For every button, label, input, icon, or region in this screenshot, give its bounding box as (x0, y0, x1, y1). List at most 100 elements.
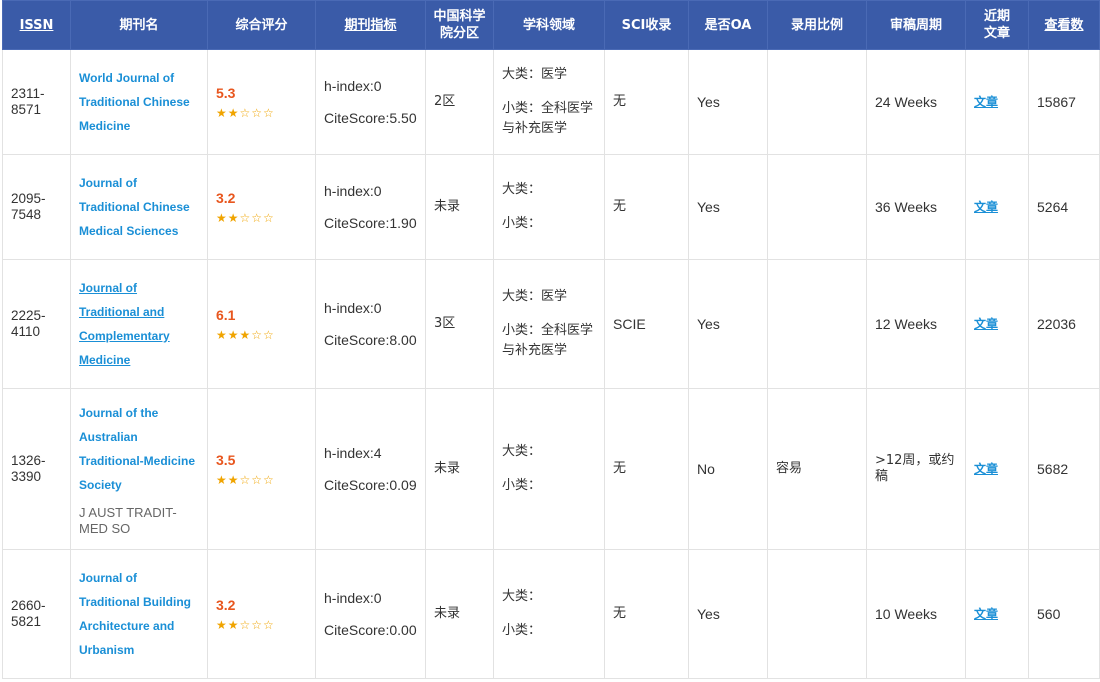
journal-name-line: Architecture and (79, 619, 175, 633)
sci-cell: 无 (604, 549, 689, 679)
views-cell: 15867 (1028, 49, 1100, 155)
star-rating-icon: ★★★☆☆ (216, 328, 275, 342)
major-category: 大类： (502, 589, 542, 604)
recent-articles-link[interactable]: 文章 (974, 200, 998, 214)
journal-abbreviation: J AUST TRADIT-MED SO (79, 505, 177, 536)
issn-part-a: 2095- (11, 191, 46, 206)
oa-cell: No (688, 388, 768, 550)
recent-articles-link[interactable]: 文章 (974, 317, 998, 331)
header-sci: SCI收录 (604, 0, 689, 50)
journal-name-line: Journal of (79, 281, 138, 295)
review-cycle-cell: >12周，或约稿 (866, 388, 966, 550)
issn-cell: 1326- 3390 (2, 388, 71, 550)
issn-part-a: 2660- (11, 598, 46, 613)
recent-articles-cell: 文章 (965, 154, 1029, 260)
citescore: CiteScore:8.00 (324, 332, 417, 348)
journal-name-link[interactable]: Journal of Traditional Building Architec… (79, 566, 199, 662)
issn-part-b: 5821 (11, 614, 42, 629)
journal-name-link[interactable]: Journal of Traditional and Complementary… (79, 276, 199, 372)
citescore: CiteScore:0.09 (324, 477, 417, 493)
journal-name-cell: Journal of the Australian Traditional-Me… (70, 388, 208, 550)
ratio-cell: 容易 (767, 388, 867, 550)
score-cell: 5.3 ★★☆☆☆ (207, 49, 316, 155)
cas-partition-cell: 2区 (425, 49, 494, 155)
score-value: 6.1 (216, 307, 236, 323)
journal-name-line: Traditional Chinese (79, 200, 190, 214)
journal-name-line: Australian (79, 430, 138, 444)
journal-name-link[interactable]: Journal of the Australian Traditional-Me… (79, 401, 199, 497)
views-cell: 560 (1028, 549, 1100, 679)
recent-articles-link[interactable]: 文章 (974, 462, 998, 476)
header-metrics[interactable]: 期刊指标 (315, 0, 426, 50)
ratio-cell (767, 49, 867, 155)
journal-name-line: World Journal of (79, 71, 175, 85)
header-views[interactable]: 查看数 (1028, 0, 1100, 50)
recent-articles-link[interactable]: 文章 (974, 607, 998, 621)
journal-list-page: ISSN 期刊名 综合评分 期刊指标 中国科学 院分区 学科领域 SCI收录 是否… (0, 0, 1100, 682)
major-category: 大类： (502, 444, 542, 459)
recent-articles-cell: 文章 (965, 259, 1029, 389)
score-value: 3.5 (216, 452, 236, 468)
table-row: 2660- 5821 Journal of Traditional Buildin… (2, 549, 1100, 679)
field-cell: 大类：医学 小类：全科医学与补充医学 (493, 259, 605, 389)
issn-cell: 2225- 4110 (2, 259, 71, 389)
table-row: 2311- 8571 World Journal of Traditional C… (2, 49, 1100, 155)
score-cell: 3.5 ★★☆☆☆ (207, 388, 316, 550)
h-index: h-index:0 (324, 300, 382, 316)
journal-name-line: Journal of the (79, 406, 159, 420)
views-cell: 5682 (1028, 388, 1100, 550)
header-issn-sort-link[interactable]: ISSN (20, 18, 54, 33)
oa-cell: Yes (688, 49, 768, 155)
issn-part-a: 2225- (11, 308, 46, 323)
journal-name-line: Traditional-Medicine (79, 454, 196, 468)
journal-name-link[interactable]: Journal of Traditional Chinese Medical S… (79, 171, 199, 243)
header-journal-name: 期刊名 (70, 0, 208, 50)
issn-part-b: 7548 (11, 207, 42, 222)
header-metrics-link[interactable]: 期刊指标 (344, 18, 396, 33)
views-cell: 22036 (1028, 259, 1100, 389)
journal-name-line: Journal of (79, 571, 138, 585)
journal-name-line: Traditional Building (79, 595, 191, 609)
oa-cell: Yes (688, 549, 768, 679)
issn-cell: 2311- 8571 (2, 49, 71, 155)
issn-part-a: 2311- (11, 86, 45, 101)
review-cycle-cell: 12 Weeks (866, 259, 966, 389)
citescore: CiteScore:1.90 (324, 215, 417, 231)
table-row: 2225- 4110 Journal of Traditional and Com… (2, 259, 1100, 389)
minor-category: 小类：全科医学与补充医学 (502, 101, 594, 136)
header-review: 审稿周期 (866, 0, 966, 50)
recent-articles-link[interactable]: 文章 (974, 95, 998, 109)
journal-name-cell: Journal of Traditional Chinese Medical S… (70, 154, 208, 260)
header-ratio: 录用比例 (767, 0, 867, 50)
header-views-sort-link[interactable]: 查看数 (1044, 18, 1083, 33)
issn-part-b: 3390 (11, 469, 42, 484)
table-row: 2095- 7548 Journal of Traditional Chinese… (2, 154, 1100, 260)
star-rating-icon: ★★☆☆☆ (216, 473, 275, 487)
ratio-cell (767, 549, 867, 679)
score-cell: 3.2 ★★☆☆☆ (207, 154, 316, 260)
field-cell: 大类： 小类： (493, 549, 605, 679)
metrics-cell: h-index:0 CiteScore:5.50 (315, 49, 426, 155)
h-index: h-index:0 (324, 183, 382, 199)
recent-articles-cell: 文章 (965, 49, 1029, 155)
sci-cell: 无 (604, 49, 689, 155)
h-index: h-index:0 (324, 590, 382, 606)
star-rating-icon: ★★☆☆☆ (216, 618, 275, 632)
issn-cell: 2095- 7548 (2, 154, 71, 260)
score-cell: 6.1 ★★★☆☆ (207, 259, 316, 389)
header-recent: 近期 文章 (965, 0, 1029, 50)
issn-cell: 2660- 5821 (2, 549, 71, 679)
review-cycle-cell: 24 Weeks (866, 49, 966, 155)
issn-part-a: 1326- (11, 453, 46, 468)
header-recent-line2: 文章 (983, 26, 1010, 41)
journal-name-line: Complementary (79, 329, 170, 343)
field-cell: 大类：医学 小类：全科医学与补充医学 (493, 49, 605, 155)
recent-articles-cell: 文章 (965, 549, 1029, 679)
journal-name-link[interactable]: World Journal of Traditional Chinese Med… (79, 66, 199, 138)
sci-cell: 无 (604, 388, 689, 550)
minor-category: 小类：全科医学与补充医学 (502, 323, 594, 358)
header-issn[interactable]: ISSN (2, 0, 71, 50)
metrics-cell: h-index:0 CiteScore:1.90 (315, 154, 426, 260)
score-cell: 3.2 ★★☆☆☆ (207, 549, 316, 679)
metrics-cell: h-index:0 CiteScore:8.00 (315, 259, 426, 389)
